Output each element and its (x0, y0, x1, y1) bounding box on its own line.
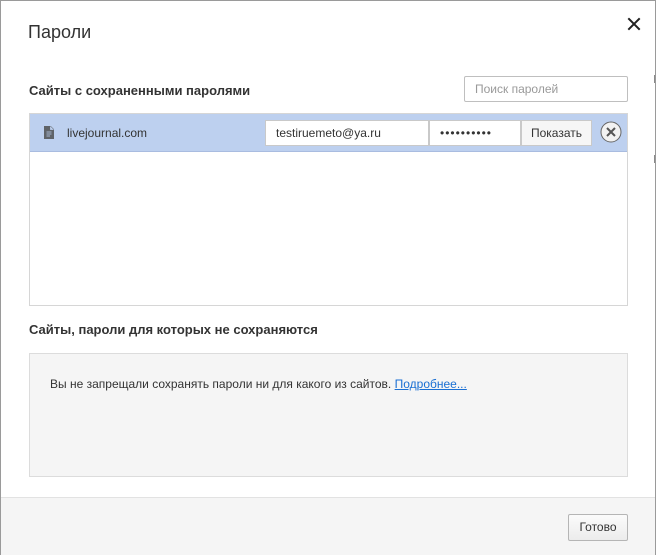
username-field[interactable]: testiruemeto@ya.ru (265, 120, 429, 146)
dialog-footer: Готово (1, 497, 655, 555)
edge-mark (654, 155, 655, 163)
exceptions-list: Вы не запрещали сохранять пароли ни для … (29, 353, 628, 477)
close-button[interactable] (623, 13, 645, 35)
show-password-button[interactable]: Показать (521, 120, 592, 146)
close-icon (627, 17, 641, 31)
search-passwords-input[interactable] (464, 76, 628, 102)
document-icon (44, 126, 54, 139)
exceptions-empty-message: Вы не запрещали сохранять пароли ни для … (50, 377, 467, 391)
dialog-title: Пароли (28, 22, 92, 42)
remove-circle-icon (600, 121, 622, 143)
edge-mark (654, 75, 655, 83)
password-row[interactable]: livejournal.com testiruemeto@ya.ru •••••… (30, 114, 627, 152)
site-name: livejournal.com (67, 126, 148, 140)
done-button[interactable]: Готово (568, 514, 628, 541)
password-field[interactable]: •••••••••• (429, 120, 521, 146)
saved-passwords-list: livejournal.com testiruemeto@ya.ru •••••… (29, 113, 628, 306)
saved-passwords-heading: Сайты с сохраненными паролями (29, 83, 251, 98)
passwords-dialog: Пароли Сайты с сохраненными паролями liv… (0, 0, 656, 555)
remove-password-button[interactable] (600, 121, 622, 143)
exceptions-heading: Сайты, пароли для которых не сохраняются (29, 322, 318, 337)
learn-more-link[interactable]: Подробнее... (395, 377, 467, 391)
exceptions-empty-text: Вы не запрещали сохранять пароли ни для … (50, 377, 392, 391)
